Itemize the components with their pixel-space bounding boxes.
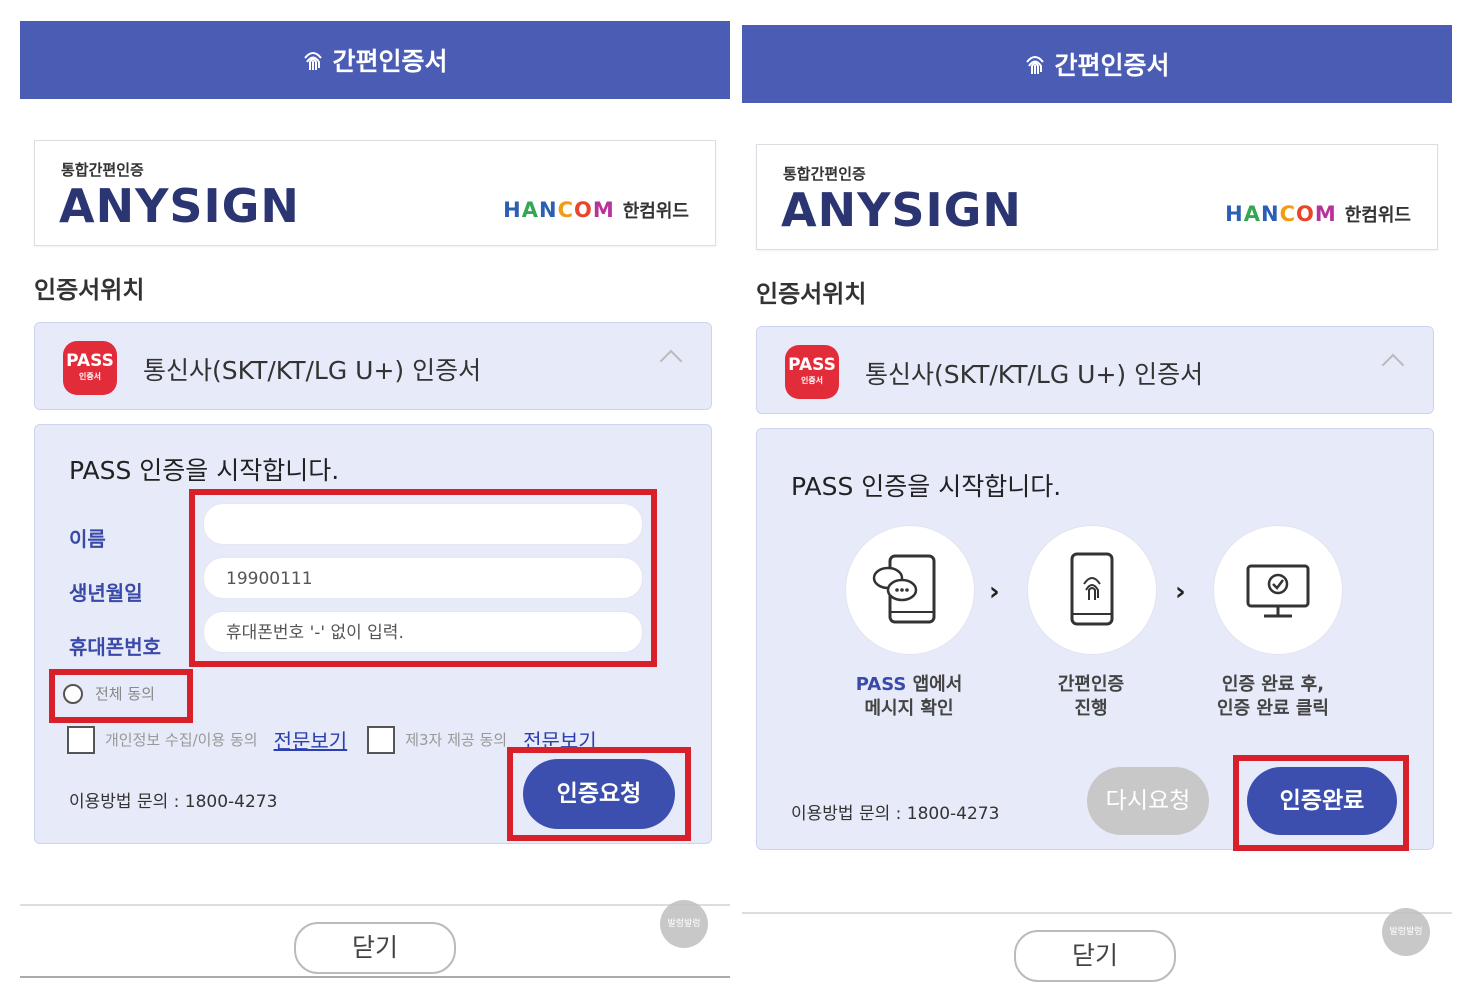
brand-subtitle: 통합간편인증 — [783, 165, 866, 183]
badge-icon: 발렁발렁 — [1382, 908, 1430, 956]
brand-subtitle: 통합간편인증 — [61, 161, 144, 179]
hancom-letter: H — [503, 198, 522, 222]
step-label: 간편인증 진행 — [1011, 673, 1171, 721]
brand-logo: ANYSIGN — [781, 183, 1022, 237]
step-circle — [1027, 525, 1157, 655]
hancom-letter: O — [1295, 202, 1315, 226]
header-title: 간편인증서 — [332, 47, 448, 76]
carrier-label: 통신사(SKT/KT/LG U+) 인증서 — [865, 360, 1204, 389]
privacy-checkbox[interactable] — [67, 725, 95, 754]
bottom-divider — [20, 976, 730, 978]
retry-button[interactable]: 다시요청 — [1087, 767, 1209, 835]
right-panel: 간편인증서 통합간편인증 ANYSIGN HANCOM 한컴위드 인증서위치 P… — [742, 0, 1452, 1000]
chevron-right-icon: › — [1175, 577, 1186, 607]
left-panel: 간편인증서 통합간편인증 ANYSIGN HANCOM 한컴위드 인증서위치 P… — [20, 0, 730, 1000]
header: 간편인증서 — [742, 25, 1452, 103]
fingerprint-icon — [304, 52, 323, 70]
hancom-logo: HANCOM 한컴위드 — [503, 197, 689, 223]
brand-banner: 통합간편인증 ANYSIGN HANCOM 한컴위드 — [34, 140, 716, 246]
carrier-accordion[interactable]: PASS 인증서 통신사(SKT/KT/LG U+) 인증서 — [34, 322, 712, 410]
hancom-letter: A — [521, 198, 539, 222]
close-button[interactable]: 닫기 — [294, 922, 456, 974]
header-title: 간편인증서 — [1054, 51, 1170, 80]
step-label-highlight: PASS — [855, 674, 907, 695]
steps-row: › › — [845, 525, 1365, 665]
hancom-letter: H — [1225, 202, 1244, 226]
hancom-kr: 한컴위드 — [1344, 205, 1411, 226]
chevron-up-icon[interactable] — [659, 349, 683, 373]
step-label-line2: 메시지 확인 — [864, 698, 954, 719]
chevron-right-icon: › — [989, 577, 1000, 607]
step-circle — [1213, 525, 1343, 655]
hancom-letter: M — [1314, 202, 1337, 226]
birthdate-label: 생년월일 — [69, 581, 143, 605]
highlight-box — [1233, 755, 1409, 851]
hancom-letter: N — [538, 198, 558, 222]
privacy-label: 개인정보 수집/이용 동의 — [105, 731, 258, 749]
hancom-letter: A — [1243, 202, 1261, 226]
hancom-letter: N — [1260, 202, 1280, 226]
pass-icon-main: PASS — [788, 355, 836, 375]
pass-icon: PASS 인증서 — [785, 345, 839, 399]
header: 간편인증서 — [20, 21, 730, 99]
pass-icon: PASS 인증서 — [63, 341, 117, 395]
chevron-up-icon[interactable] — [1381, 353, 1405, 377]
location-label: 인증서위치 — [756, 280, 867, 308]
carrier-accordion[interactable]: PASS 인증서 통신사(SKT/KT/LG U+) 인증서 — [756, 326, 1434, 414]
hancom-letter: O — [573, 198, 593, 222]
brand-banner: 통합간편인증 ANYSIGN HANCOM 한컴위드 — [756, 144, 1438, 250]
highlight-box — [49, 669, 193, 723]
step-label-line2: 진행 — [1074, 698, 1108, 719]
step-label-line1: 간편인증 — [1057, 674, 1125, 695]
footer-divider — [20, 904, 730, 906]
third-party-checkbox[interactable] — [367, 725, 396, 754]
name-label: 이름 — [69, 527, 106, 551]
phone-fingerprint-icon — [1070, 552, 1114, 626]
start-text: PASS 인증을 시작합니다. — [69, 456, 340, 485]
auth-form: PASS 인증을 시작합니다. 이름 생년월일 19900111 휴대폰번호 휴… — [34, 424, 712, 844]
highlight-box — [189, 489, 657, 667]
badge-icon: 발렁발렁 — [660, 900, 708, 948]
location-label: 인증서위치 — [34, 276, 145, 304]
carrier-label: 통신사(SKT/KT/LG U+) 인증서 — [143, 356, 482, 385]
hancom-letter: C — [1279, 202, 1296, 226]
phone-message-icon — [872, 554, 936, 624]
start-text: PASS 인증을 시작합니다. — [791, 472, 1062, 501]
step-label: 인증 완료 후, 인증 완료 클릭 — [1193, 673, 1353, 721]
third-party-label: 제3자 제공 동의 — [405, 731, 508, 749]
step-label-line1: 인증 완료 후, — [1221, 674, 1325, 695]
pass-icon-sub: 인증서 — [78, 372, 102, 381]
step-label-line1: 앱에서 — [906, 674, 963, 695]
help-text: 이용방법 문의 : 1800-4273 — [791, 804, 1000, 824]
help-text: 이용방법 문의 : 1800-4273 — [69, 792, 278, 812]
highlight-box — [507, 747, 691, 841]
hancom-logo: HANCOM 한컴위드 — [1225, 201, 1411, 227]
hancom-letter: M — [592, 198, 615, 222]
monitor-check-icon — [1246, 564, 1310, 618]
hancom-letter: C — [557, 198, 574, 222]
pass-icon-main: PASS — [66, 351, 114, 371]
step-label-line2: 인증 완료 클릭 — [1217, 698, 1329, 719]
phone-label: 휴대폰번호 — [69, 635, 161, 659]
step-circle — [845, 525, 975, 655]
brand-logo: ANYSIGN — [59, 179, 300, 233]
close-button[interactable]: 닫기 — [1014, 930, 1176, 982]
hancom-kr: 한컴위드 — [622, 201, 689, 222]
footer-divider — [742, 912, 1452, 914]
pass-icon-sub: 인증서 — [800, 376, 824, 385]
fingerprint-icon — [1026, 56, 1045, 74]
privacy-view-link[interactable]: 전문보기 — [274, 725, 348, 754]
auth-steps: PASS 인증을 시작합니다. › › PASS 앱에서 메시지 확인 간편인증… — [756, 428, 1434, 851]
step-label: PASS 앱에서 메시지 확인 — [829, 673, 989, 721]
